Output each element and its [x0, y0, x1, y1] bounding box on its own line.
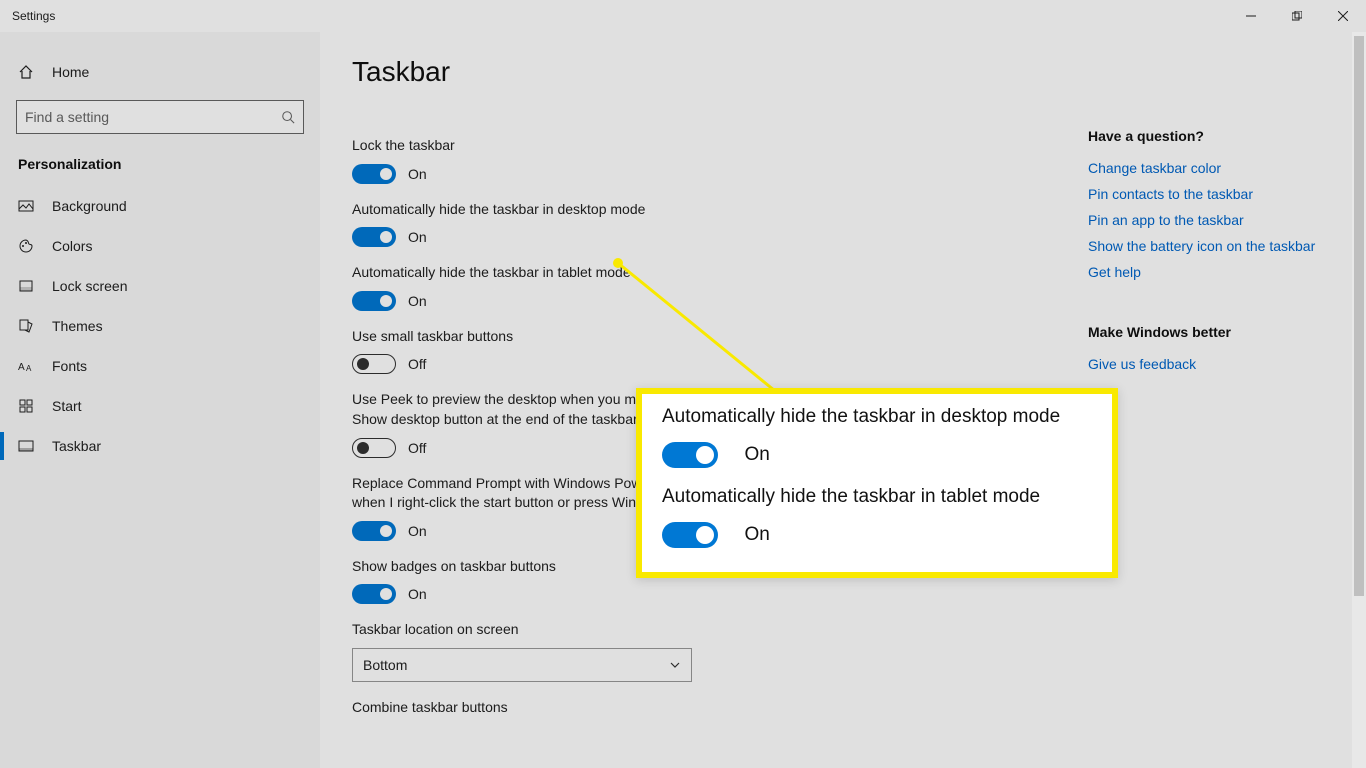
setting-combine: Combine taskbar buttons: [352, 698, 992, 718]
dropdown-value: Bottom: [363, 657, 407, 673]
setting-label: Use small taskbar buttons: [352, 327, 992, 347]
toggle-state: On: [408, 166, 427, 182]
start-icon: [18, 398, 34, 414]
toggle-state: On: [408, 229, 427, 245]
scrollbar-thumb[interactable]: [1354, 36, 1364, 596]
search-placeholder: Find a setting: [25, 109, 109, 125]
dropdown-taskbar-location[interactable]: Bottom: [352, 648, 692, 682]
toggle-autohide-desktop[interactable]: [352, 227, 396, 247]
close-button[interactable]: [1320, 0, 1366, 32]
sidebar-item-taskbar[interactable]: Taskbar: [0, 426, 320, 466]
setting-label: Combine taskbar buttons: [352, 698, 992, 718]
rp-question-heading: Have a question?: [1088, 128, 1338, 144]
setting-autohide-desktop: Automatically hide the taskbar in deskto…: [352, 200, 992, 248]
setting-label: Lock the taskbar: [352, 136, 992, 156]
toggle-state: Off: [408, 440, 426, 456]
picture-icon: [18, 198, 34, 214]
setting-autohide-tablet: Automatically hide the taskbar in tablet…: [352, 263, 992, 311]
toggle-small-buttons[interactable]: [352, 354, 396, 374]
toggle-peek[interactable]: [352, 438, 396, 458]
toggle-badges[interactable]: [352, 584, 396, 604]
sidebar-home-label: Home: [52, 64, 89, 80]
svg-text:A: A: [18, 362, 25, 373]
sidebar-item-label: Start: [52, 398, 82, 414]
rp-link-help[interactable]: Get help: [1088, 264, 1338, 280]
fonts-icon: AA: [18, 358, 34, 374]
callout-toggle-tablet[interactable]: [662, 522, 718, 548]
titlebar: Settings: [0, 0, 1366, 32]
rp-link-color[interactable]: Change taskbar color: [1088, 160, 1338, 176]
sidebar-item-label: Background: [52, 198, 127, 214]
rp-link-pin-app[interactable]: Pin an app to the taskbar: [1088, 212, 1338, 228]
toggle-autohide-tablet[interactable]: [352, 291, 396, 311]
sidebar-item-colors[interactable]: Colors: [0, 226, 320, 266]
setting-lock-taskbar: Lock the taskbar On: [352, 136, 992, 184]
sidebar: Home Find a setting Personalization Back…: [0, 32, 320, 768]
sidebar-item-label: Lock screen: [52, 278, 127, 294]
sidebar-section-title: Personalization: [0, 156, 320, 186]
toggle-lock-taskbar[interactable]: [352, 164, 396, 184]
home-icon: [18, 64, 34, 80]
toggle-powershell[interactable]: [352, 521, 396, 541]
chevron-down-icon: [669, 659, 681, 671]
rp-link-pin-contacts[interactable]: Pin contacts to the taskbar: [1088, 186, 1338, 202]
palette-icon: [18, 238, 34, 254]
page-title: Taskbar: [352, 56, 1334, 88]
setting-label: Taskbar location on screen: [352, 620, 992, 640]
window-title: Settings: [12, 9, 55, 23]
sidebar-item-background[interactable]: Background: [0, 186, 320, 226]
rp-better-heading: Make Windows better: [1088, 324, 1338, 340]
sidebar-item-label: Fonts: [52, 358, 87, 374]
sidebar-item-label: Taskbar: [52, 438, 101, 454]
maximize-button[interactable]: [1274, 0, 1320, 32]
setting-taskbar-location: Taskbar location on screen Bottom: [352, 620, 992, 682]
callout-box: Automatically hide the taskbar in deskto…: [636, 388, 1118, 578]
sidebar-item-themes[interactable]: Themes: [0, 306, 320, 346]
scrollbar[interactable]: [1352, 32, 1366, 768]
rp-link-feedback[interactable]: Give us feedback: [1088, 356, 1338, 372]
sidebar-item-fonts[interactable]: AA Fonts: [0, 346, 320, 386]
right-panel: Have a question? Change taskbar color Pi…: [1088, 128, 1338, 382]
toggle-state: Off: [408, 356, 426, 372]
sidebar-home[interactable]: Home: [0, 56, 320, 100]
callout-state-tablet: On: [744, 524, 769, 545]
callout-label-desktop: Automatically hide the taskbar in deskto…: [662, 406, 1092, 428]
search-input[interactable]: Find a setting: [16, 100, 304, 134]
setting-label: Automatically hide the taskbar in tablet…: [352, 263, 992, 283]
taskbar-icon: [18, 438, 34, 454]
callout-label-tablet: Automatically hide the taskbar in tablet…: [662, 486, 1092, 508]
sidebar-item-label: Themes: [52, 318, 103, 334]
callout-toggle-desktop[interactable]: [662, 442, 718, 468]
toggle-state: On: [408, 293, 427, 309]
toggle-state: On: [408, 523, 427, 539]
sidebar-item-start[interactable]: Start: [0, 386, 320, 426]
svg-text:A: A: [26, 364, 32, 373]
toggle-state: On: [408, 586, 427, 602]
search-icon: [281, 110, 295, 124]
setting-label: Automatically hide the taskbar in deskto…: [352, 200, 992, 220]
themes-icon: [18, 318, 34, 334]
callout-state-desktop: On: [744, 444, 769, 465]
sidebar-item-label: Colors: [52, 238, 92, 254]
setting-small-buttons: Use small taskbar buttons Off: [352, 327, 992, 375]
lockscreen-icon: [18, 278, 34, 294]
minimize-button[interactable]: [1228, 0, 1274, 32]
rp-link-battery[interactable]: Show the battery icon on the taskbar: [1088, 238, 1338, 254]
sidebar-item-lockscreen[interactable]: Lock screen: [0, 266, 320, 306]
